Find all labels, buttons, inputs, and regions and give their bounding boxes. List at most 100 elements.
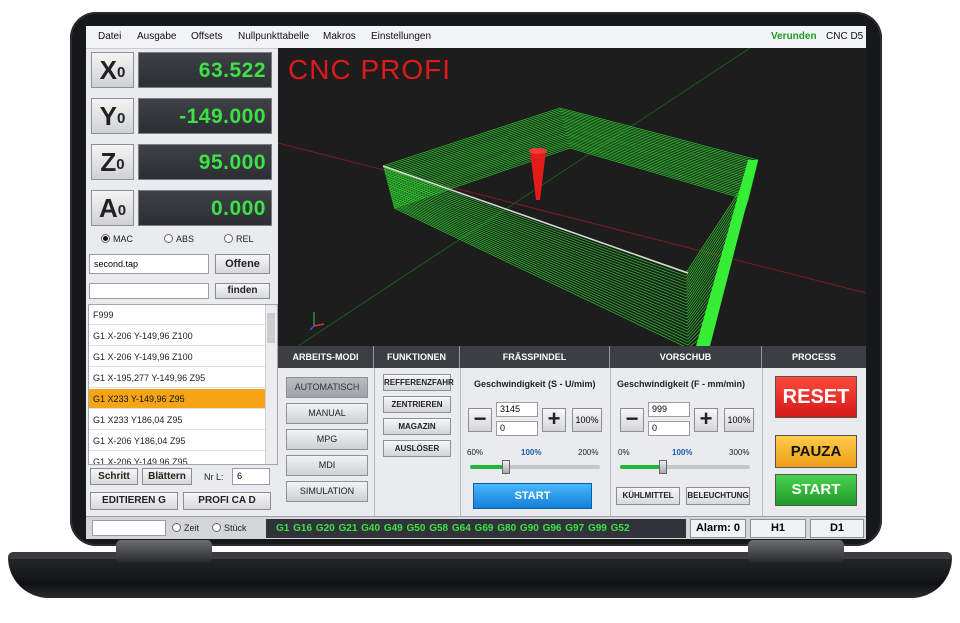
spindle-start-button[interactable]: START — [473, 483, 592, 509]
search-field[interactable] — [89, 283, 209, 299]
feed-max-label: 300% — [729, 448, 750, 457]
dro-y-value: -149.000 — [138, 98, 272, 134]
spindle-min-label: 60% — [467, 448, 484, 457]
count-option[interactable]: Stück — [212, 523, 247, 533]
pause-button[interactable]: PAUZA — [775, 435, 857, 468]
find-button[interactable]: finden — [215, 283, 270, 299]
origin-z-axis — [309, 325, 315, 331]
toolpath-layer — [388, 128, 754, 313]
mode-rel-label: REL — [236, 234, 254, 244]
mode-manual-button[interactable]: MANUAL — [286, 403, 368, 424]
gcode-line[interactable]: F999 — [89, 305, 265, 325]
feed-mid-label: 100% — [672, 448, 693, 457]
spindle-max-label: 200% — [578, 448, 599, 457]
time-option[interactable]: Zeit — [172, 523, 199, 533]
spindle-plus-button[interactable]: + — [542, 408, 566, 432]
status-bar: Zeit Stück G1 G16 G20 G21 G40 G49 G50 G5… — [86, 516, 866, 539]
radio-time[interactable] — [172, 523, 181, 533]
toolpath-layer — [385, 115, 757, 289]
gcode-list[interactable]: F999 G1 X-206 Y-149,96 Z100 G1 X-206 Y-149… — [88, 304, 278, 465]
mode-rel[interactable]: REL — [224, 234, 254, 244]
axis-y-button[interactable]: Y0 — [91, 98, 134, 134]
toolpath-layer — [384, 113, 757, 286]
feed-minus-button[interactable]: − — [620, 408, 644, 432]
time-count-field[interactable] — [92, 520, 166, 536]
tool-top — [529, 148, 547, 154]
reset-button[interactable]: RESET — [775, 376, 857, 418]
feed-slider-thumb[interactable] — [658, 460, 667, 474]
laptop-hinge-right — [748, 540, 844, 562]
axis-sub: 0 — [117, 201, 127, 219]
menu-nullpunkttabelle[interactable]: Nullpunkttabelle — [238, 31, 309, 42]
menu-makros[interactable]: Makros — [323, 31, 356, 42]
h-offset-indicator: H1 — [750, 519, 806, 538]
radio-count[interactable] — [212, 523, 221, 533]
gcode-list-scrollbar[interactable] — [265, 305, 277, 464]
alarm-indicator: Alarm: 0 — [690, 519, 746, 538]
function-button-3[interactable]: AUSLÖSER — [383, 440, 451, 457]
mode-mpg-button[interactable]: MPG — [286, 429, 368, 450]
line-number-label: Nr L: — [204, 472, 224, 482]
spindle-100-button[interactable]: 100% — [572, 408, 602, 432]
feed-100-button[interactable]: 100% — [724, 408, 754, 432]
function-button-2[interactable]: MAGAZIN — [383, 418, 451, 435]
gcode-line[interactable]: G1 X233 Y-149,96 Z95 — [89, 389, 265, 409]
profi-cad-button[interactable]: PROFI CA D — [183, 492, 271, 510]
process-start-button[interactable]: START — [775, 474, 857, 506]
axis-x-button[interactable]: X0 — [91, 52, 134, 88]
gcode-line[interactable]: G1 X-206 Y-149,96 Z100 — [89, 326, 265, 346]
gcode-line[interactable]: G1 X233 Y186,04 Z95 — [89, 410, 265, 430]
axis-sub: 0 — [117, 63, 126, 81]
gcode-line[interactable]: G1 X-206 Y-149,96 Z95 — [89, 452, 265, 464]
menu-ausgabe[interactable]: Ausgabe — [137, 31, 176, 42]
active-gcodes: G1 G16 G20 G21 G40 G49 G50 G58 G64 G69 G… — [266, 519, 686, 538]
open-file-button[interactable]: Offene — [215, 254, 270, 274]
d-offset-indicator: D1 — [810, 519, 864, 538]
feed-slider-fill — [620, 465, 663, 469]
mode-abs[interactable]: ABS — [164, 234, 194, 244]
modes-header: ARBEITS-MODI — [278, 346, 374, 368]
radio-mac[interactable] — [101, 234, 110, 244]
axis-letter: X — [99, 54, 117, 85]
function-button-0[interactable]: REFFERENZFAHR — [383, 374, 454, 391]
file-name-field[interactable]: second.tap — [89, 254, 209, 274]
axis-z-button[interactable]: Z0 — [91, 144, 134, 180]
feed-slider[interactable] — [620, 460, 750, 474]
spindle-minus-button[interactable]: − — [468, 408, 492, 432]
spindle-slider-fill — [470, 465, 507, 469]
radio-rel[interactable] — [224, 234, 233, 244]
gcode-line[interactable]: G1 X-206 Y-149,96 Z100 — [89, 347, 265, 367]
viewport-title: CNC PROFI — [288, 54, 451, 85]
mode-mac-label: MAC — [113, 234, 133, 244]
axis-a-button[interactable]: A0 — [91, 190, 134, 226]
laptop-hinge-left — [116, 540, 212, 562]
edit-gcode-button[interactable]: EDITIEREN G — [90, 492, 178, 510]
step-button[interactable]: Schritt — [90, 468, 138, 485]
spindle-speed-value[interactable]: 3145 — [496, 402, 538, 417]
mode-mac[interactable]: MAC — [101, 234, 133, 244]
radio-abs[interactable] — [164, 234, 173, 244]
menu-einstellungen[interactable]: Einstellungen — [371, 31, 431, 42]
menu-offsets[interactable]: Offsets — [191, 31, 223, 42]
line-number-field[interactable]: 6 — [232, 468, 270, 485]
gcode-line[interactable]: G1 X-206 Y186,04 Z95 — [89, 431, 265, 451]
mode-automatisch-button[interactable]: AUTOMATISCH — [286, 377, 368, 398]
mode-simulation-button[interactable]: SIMULATION — [286, 481, 368, 502]
gcode-line[interactable]: G1 X-195,277 Y-149,96 Z95 — [89, 368, 265, 388]
feed-min-label: 0% — [618, 448, 630, 457]
spindle-slider-thumb[interactable] — [502, 460, 511, 474]
connection-status: Verunden — [771, 31, 817, 42]
feed-value[interactable]: 999 — [648, 402, 690, 417]
feed-plus-button[interactable]: + — [694, 408, 718, 432]
spindle-override-value[interactable]: 0 — [496, 421, 538, 436]
function-button-1[interactable]: ZENTRIEREN — [383, 396, 451, 413]
menu-datei[interactable]: Datei — [98, 31, 121, 42]
toolpath-viewport[interactable]: CNC PROFI — [278, 48, 866, 346]
mode-mdi-button[interactable]: MDI — [286, 455, 368, 476]
coolant-button[interactable]: KÜHLMITTEL — [616, 487, 680, 505]
page-button[interactable]: Blättern — [142, 468, 192, 485]
feed-speed-label: Geschwindigkeit (F - mm/min) — [617, 379, 746, 389]
spindle-slider[interactable] — [470, 460, 600, 474]
light-button[interactable]: BELEUCHTUNG — [686, 487, 750, 505]
feed-override-value[interactable]: 0 — [648, 421, 690, 436]
